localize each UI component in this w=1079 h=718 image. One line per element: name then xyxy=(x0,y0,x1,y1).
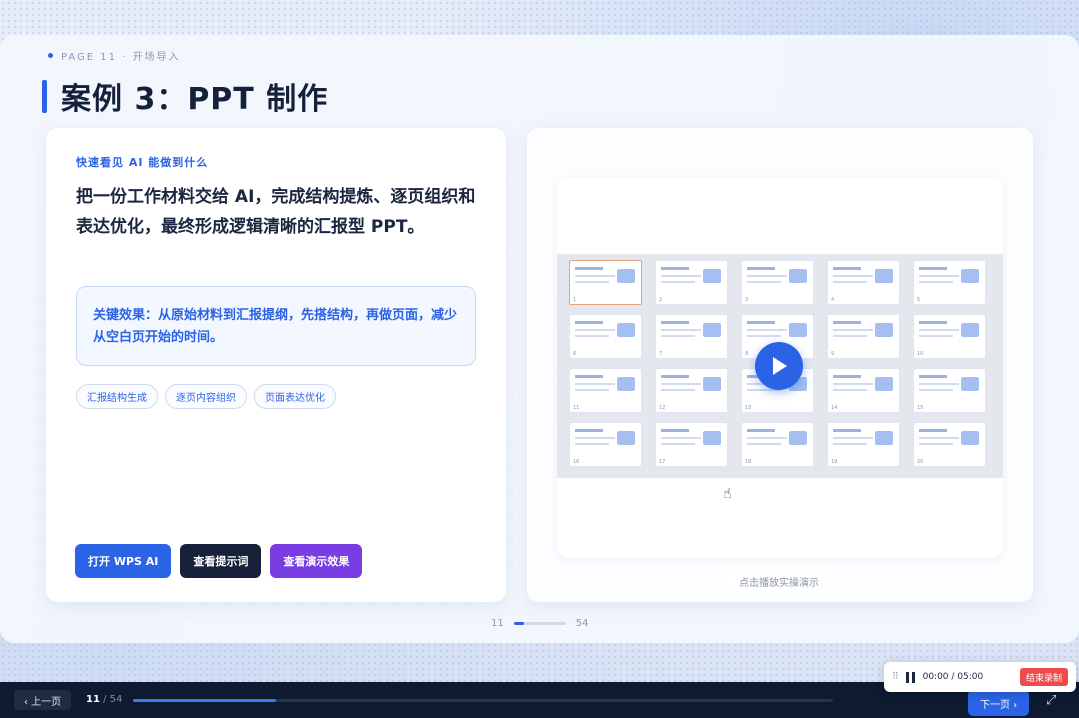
pager-track xyxy=(513,622,566,625)
thumbnail-number: 19 xyxy=(831,459,838,465)
thumbnail-number: 11 xyxy=(573,405,580,411)
slide-thumbnail: 5 xyxy=(913,260,986,305)
slide-thumbnail: 4 xyxy=(827,260,900,305)
thumbnail-number: 15 xyxy=(917,405,924,411)
slide-pager: 11 54 xyxy=(491,618,588,629)
slide-thumbnail: 1 xyxy=(569,260,642,305)
slide-thumbnail: 7 xyxy=(655,314,728,359)
next-page-button[interactable]: 下一页 › xyxy=(968,690,1030,716)
thumbnail-number: 14 xyxy=(831,405,838,411)
pager-current: 11 xyxy=(491,618,504,629)
thumbnail-number: 7 xyxy=(659,351,663,357)
thumbnail-number: 8 xyxy=(745,351,749,357)
page-tag-label: PAGE 11 · 开场导入 xyxy=(61,52,181,63)
thumbnail-number: 3 xyxy=(745,297,749,303)
key-effect-box: 关键效果：从原始材料到汇报提纲，先搭结构，再做页面，减少从空白页开始的时间。 xyxy=(76,286,476,366)
prev-page-button[interactable]: ‹ 上一页 xyxy=(14,690,72,710)
thumbnail-number: 16 xyxy=(573,459,580,465)
drag-handle-icon[interactable]: ⠿ xyxy=(892,672,899,682)
slide-thumbnail: 18 xyxy=(741,422,814,467)
thumbnail-number: 1 xyxy=(573,297,577,303)
fullscreen-expand-icon[interactable]: ⤢ xyxy=(1046,693,1056,708)
thumbnail-number: 2 xyxy=(659,297,663,303)
tag-list: 汇报结构生成 逐页内容组织 页面表达优化 xyxy=(76,384,336,409)
slide-thumbnail: 10 xyxy=(913,314,986,359)
slide-thumbnail: 3 xyxy=(741,260,814,305)
slide-thumbnail: 12 xyxy=(655,368,728,413)
pager-total: 54 xyxy=(575,618,589,629)
tag-item[interactable]: 页面表达优化 xyxy=(254,384,336,409)
thumbnail-number: 17 xyxy=(659,459,666,465)
thumbnail-number: 20 xyxy=(917,459,924,465)
thumbnail-number: 12 xyxy=(659,405,666,411)
slide-thumbnail: 20 xyxy=(913,422,986,467)
slide-thumbnail: 14 xyxy=(827,368,900,413)
mouse-cursor-icon: ☝ xyxy=(723,486,732,502)
eyebrow-label: 快速看见 AI 能做到什么 xyxy=(76,156,209,169)
thumbnail-number: 10 xyxy=(917,351,924,357)
recording-widget: ⠿ 00:00 / 05:00 结束录制 xyxy=(884,662,1076,692)
right-card: 1 2 3 4 5 6 7 8 9 10 11 12 13 14 15 16 17 18 19 20 ☝ 点击播放实操… xyxy=(527,128,1033,602)
slide-thumbnail: 19 xyxy=(827,422,900,467)
demo-video-preview[interactable]: 1 2 3 4 5 6 7 8 9 10 11 12 13 14 15 16 17 18 19 20 ☝ xyxy=(557,178,1003,558)
play-button[interactable] xyxy=(755,342,803,390)
page-title: 案例 3：PPT 制作 xyxy=(61,82,329,117)
title-wrap: 案例 3：PPT 制作 xyxy=(42,74,328,118)
slide-thumbnail: 17 xyxy=(655,422,728,467)
thumbnail-number: 13 xyxy=(745,405,752,411)
thumbnail-number: 4 xyxy=(831,297,835,303)
slide-thumbnail: 2 xyxy=(655,260,728,305)
stop-recording-button[interactable]: 结束录制 xyxy=(1019,668,1068,686)
view-demo-button[interactable]: 查看演示效果 xyxy=(270,544,363,578)
thumbnail-number: 18 xyxy=(745,459,752,465)
recording-time: 00:00 / 05:00 xyxy=(922,672,984,682)
pager-fill xyxy=(513,622,524,625)
progress-track[interactable] xyxy=(133,699,833,702)
title-accent-bar xyxy=(42,79,47,113)
lead-text: 把一份工作材料交给 AI，完成结构提炼、逐页组织和表达优化，最终形成逻辑清晰的汇… xyxy=(76,187,476,237)
page-counter: 11 / 54 xyxy=(86,694,122,705)
thumbnail-number: 6 xyxy=(573,351,577,357)
open-wps-ai-button[interactable]: 打开 WPS AI xyxy=(75,544,172,578)
slide-thumbnail: 16 xyxy=(569,422,642,467)
play-icon xyxy=(773,357,787,375)
page-tag: PAGE 11 · 开场导入 xyxy=(48,48,181,63)
tag-item[interactable]: 逐页内容组织 xyxy=(165,384,247,409)
action-buttons: 打开 WPS AI 查看提示词 查看演示效果 xyxy=(75,544,363,578)
slide-thumbnail: 6 xyxy=(569,314,642,359)
slide-thumbnail: 15 xyxy=(913,368,986,413)
play-caption[interactable]: 点击播放实操演示 xyxy=(727,570,831,592)
tag-item[interactable]: 汇报结构生成 xyxy=(76,384,158,409)
slide-thumbnail: 9 xyxy=(827,314,900,359)
thumbnail-number: 5 xyxy=(917,297,921,303)
page-counter-total: / 54 xyxy=(99,694,123,705)
progress-fill xyxy=(133,699,276,702)
left-card: 快速看见 AI 能做到什么 把一份工作材料交给 AI，完成结构提炼、逐页组织和表… xyxy=(46,128,506,602)
pause-icon[interactable] xyxy=(905,671,915,683)
thumbnail-number: 9 xyxy=(831,351,835,357)
page-tag-dot xyxy=(48,53,53,58)
page-counter-current: 11 xyxy=(86,694,100,705)
slide-thumbnail: 11 xyxy=(569,368,642,413)
view-prompt-button[interactable]: 查看提示词 xyxy=(180,544,262,578)
